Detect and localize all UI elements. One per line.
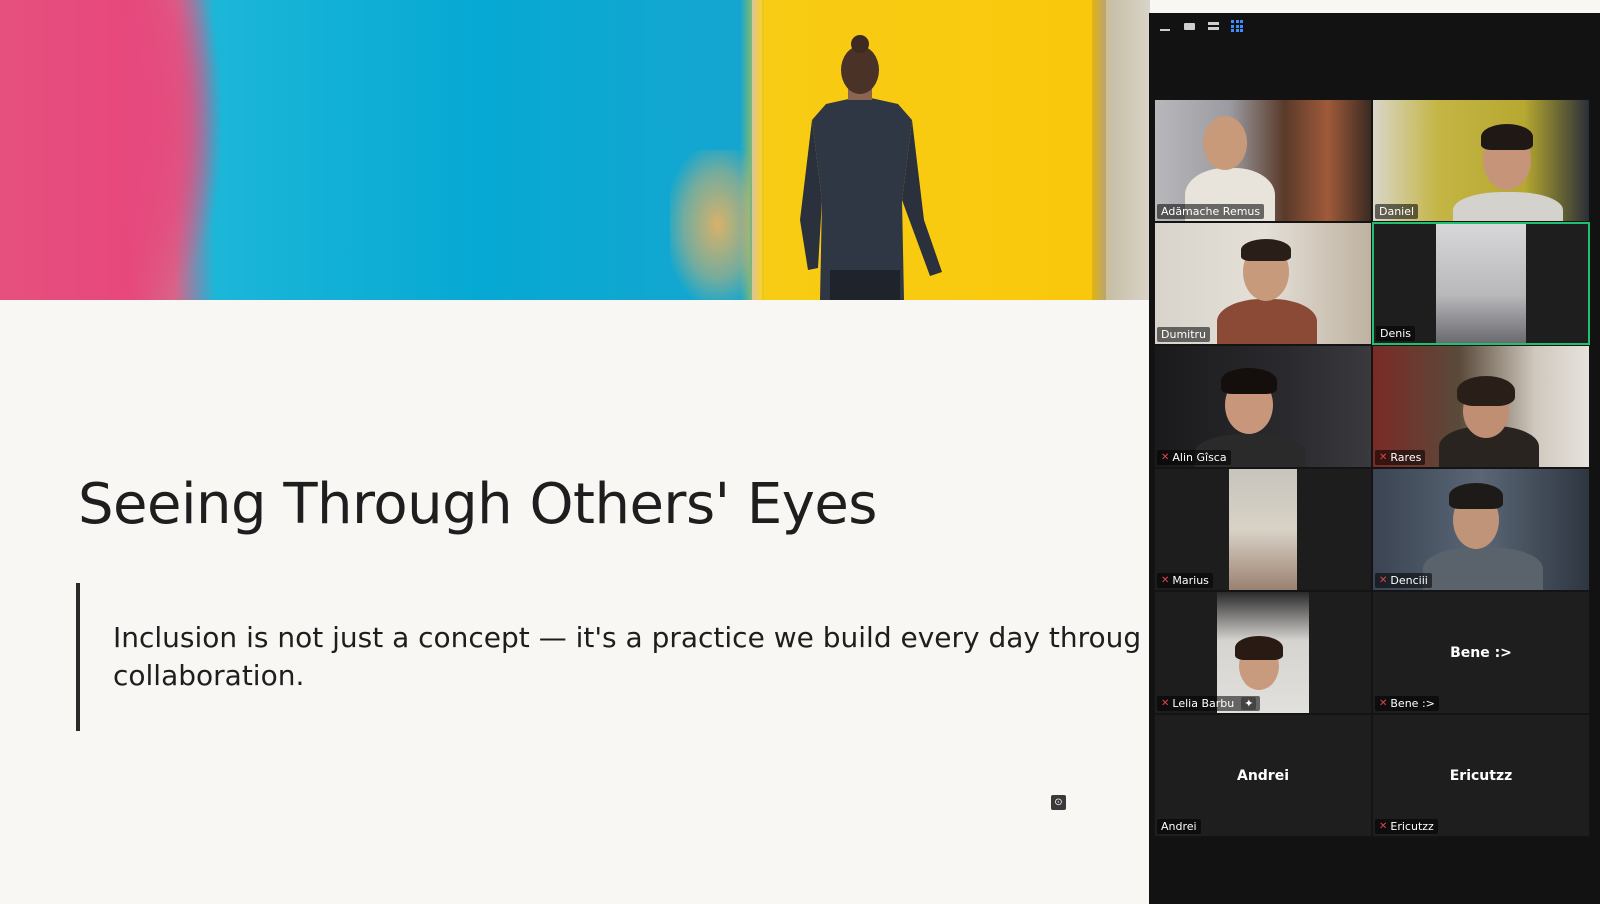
- participant-tile[interactable]: Andrei Andrei: [1154, 714, 1372, 837]
- mic-muted-icon: ✕: [1161, 575, 1170, 586]
- participant-tile[interactable]: ✕ Marius: [1154, 468, 1372, 591]
- quote-line-2: collaboration.: [113, 659, 305, 692]
- participant-grid: Adămache Remus Daniel Dumitru Denis ✕ Al…: [1154, 99, 1590, 837]
- mic-muted-icon: ✕: [1379, 821, 1388, 832]
- participant-tile[interactable]: ✕ Lelia Barbu ✦: [1154, 591, 1372, 714]
- participant-tile[interactable]: ✕ Denciii: [1372, 468, 1590, 591]
- person-in-suit-illustration: [800, 35, 942, 300]
- slide-quote: Inclusion is not just a concept — it's a…: [113, 619, 1143, 695]
- participant-tile[interactable]: ✕ Alin Gîsca: [1154, 345, 1372, 468]
- participant-name: Denis: [1376, 326, 1415, 341]
- participant-tile[interactable]: Daniel: [1372, 99, 1590, 222]
- participant-name: ✕ Ericutzz: [1375, 819, 1438, 834]
- participant-tile[interactable]: Bene :> ✕ Bene :>: [1372, 591, 1590, 714]
- participant-name: Daniel: [1375, 204, 1419, 219]
- participant-name: ✕ Rares: [1375, 450, 1426, 465]
- mic-muted-icon: ✕: [1379, 575, 1388, 586]
- participant-name: ✕ Denciii: [1375, 573, 1432, 588]
- mic-muted-icon: ✕: [1379, 698, 1388, 709]
- hero-image: [0, 0, 1150, 300]
- participant-tile[interactable]: Ericutzz ✕ Ericutzz: [1372, 714, 1590, 837]
- video-gallery-panel: Adămache Remus Daniel Dumitru Denis ✕ Al…: [1149, 13, 1600, 904]
- participant-name: Adămache Remus: [1157, 204, 1265, 219]
- gallery-view-icon[interactable]: [1229, 19, 1245, 33]
- participant-name: ✕ Bene :>: [1375, 696, 1439, 711]
- minimize-icon[interactable]: [1157, 19, 1173, 33]
- participant-name: ✕ Lelia Barbu ✦: [1157, 696, 1261, 711]
- participant-tile[interactable]: Dumitru: [1154, 222, 1372, 345]
- mic-muted-icon: ✕: [1379, 452, 1388, 463]
- quote-bar: [76, 583, 80, 731]
- participant-center-name: Andrei: [1236, 767, 1290, 784]
- participant-name: ✕ Marius: [1157, 573, 1213, 588]
- participant-center-name: Ericutzz: [1449, 767, 1513, 784]
- participant-name: Dumitru: [1157, 327, 1211, 342]
- participant-tile[interactable]: ✕ Rares: [1372, 345, 1590, 468]
- view-toolbar: [1149, 13, 1600, 39]
- spotlight-icon: ✦: [1241, 697, 1257, 710]
- strip-view-icon[interactable]: [1205, 19, 1221, 33]
- speaker-view-icon[interactable]: [1181, 19, 1197, 33]
- participant-center-name: Bene :>: [1450, 644, 1512, 661]
- participant-name: ✕ Alin Gîsca: [1157, 450, 1231, 465]
- mic-muted-icon: ✕: [1161, 452, 1170, 463]
- participant-tile[interactable]: Adămache Remus: [1154, 99, 1372, 222]
- mic-muted-icon: ✕: [1161, 698, 1170, 709]
- focus-icon[interactable]: ⊙: [1051, 795, 1066, 810]
- participant-name: Andrei: [1157, 819, 1201, 834]
- participant-tile-active[interactable]: Denis: [1372, 222, 1590, 345]
- slide-title: Seeing Through Others' Eyes: [78, 472, 877, 537]
- quote-line-1: Inclusion is not just a concept — it's a…: [113, 621, 1143, 654]
